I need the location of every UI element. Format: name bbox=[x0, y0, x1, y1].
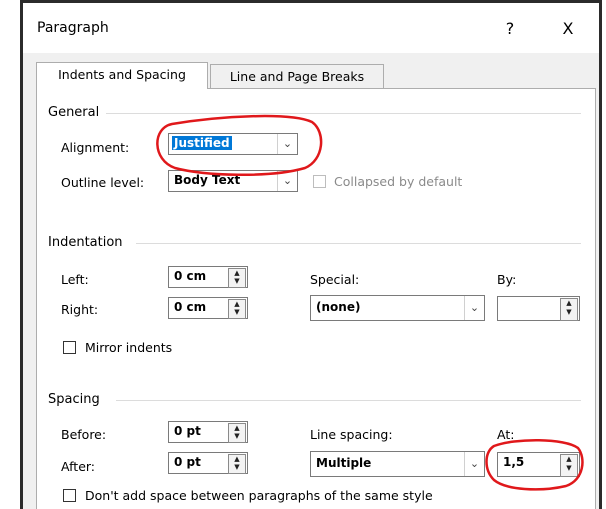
before-spinner[interactable]: 0 pt ▲ ▼ bbox=[168, 421, 248, 443]
left-indent-spinner[interactable]: 0 cm ▲ ▼ bbox=[168, 266, 248, 288]
at-label: At: bbox=[497, 427, 515, 442]
help-button[interactable]: ? bbox=[490, 12, 530, 46]
chevron-down-icon: ⌄ bbox=[464, 452, 484, 476]
before-value: 0 pt bbox=[174, 424, 201, 438]
general-section-label: General bbox=[48, 105, 100, 120]
right-indent-label: Right: bbox=[61, 302, 99, 317]
tab-indents-and-spacing[interactable]: Indents and Spacing bbox=[36, 62, 208, 89]
mirror-indents-label: Mirror indents bbox=[85, 340, 173, 355]
spacing-divider bbox=[116, 400, 581, 401]
alignment-label: Alignment: bbox=[61, 140, 130, 155]
left-indent-value: 0 cm bbox=[174, 269, 207, 283]
alignment-value: Justified bbox=[172, 136, 232, 150]
collapsed-checkbox[interactable] bbox=[313, 175, 326, 188]
dont-add-space-label: Don't add space between paragraphs of th… bbox=[85, 488, 433, 503]
spacing-section-label: Spacing bbox=[48, 392, 100, 407]
spin-up-down-icon[interactable]: ▲ ▼ bbox=[228, 299, 246, 319]
general-divider bbox=[106, 113, 581, 114]
tab-line-and-page-breaks-label: Line and Page Breaks bbox=[229, 69, 365, 84]
after-spinner[interactable]: 0 pt ▲ ▼ bbox=[168, 452, 248, 474]
tab-line-and-page-breaks[interactable]: Line and Page Breaks bbox=[210, 64, 384, 88]
alignment-dropdown[interactable]: Justified ⌄ bbox=[168, 133, 298, 155]
chevron-down-icon: ⌄ bbox=[277, 171, 297, 191]
spin-up-down-icon[interactable]: ▲ ▼ bbox=[228, 268, 246, 288]
outline-level-value: Body Text bbox=[174, 173, 241, 187]
special-dropdown[interactable]: (none) ⌄ bbox=[310, 295, 485, 321]
spin-up-down-icon[interactable]: ▲ ▼ bbox=[228, 454, 246, 474]
by-label: By: bbox=[497, 272, 517, 287]
spin-up-down-icon[interactable]: ▲ ▼ bbox=[560, 298, 578, 321]
special-label: Special: bbox=[310, 272, 360, 287]
dont-add-space-checkbox[interactable] bbox=[63, 489, 76, 502]
chevron-down-icon: ⌄ bbox=[464, 296, 484, 320]
indentation-section-label: Indentation bbox=[48, 235, 123, 250]
indentation-divider bbox=[136, 243, 581, 244]
outline-level-label: Outline level: bbox=[61, 175, 145, 190]
spin-up-down-icon[interactable]: ▲ ▼ bbox=[228, 423, 246, 443]
outline-level-dropdown[interactable]: Body Text ⌄ bbox=[168, 170, 298, 192]
mirror-indents-checkbox[interactable] bbox=[63, 341, 76, 354]
collapsed-label: Collapsed by default bbox=[334, 174, 463, 189]
special-value: (none) bbox=[316, 300, 361, 314]
dialog-title: Paragraph bbox=[37, 20, 109, 36]
after-value: 0 pt bbox=[174, 455, 201, 469]
right-indent-value: 0 cm bbox=[174, 300, 207, 314]
spin-up-down-icon[interactable]: ▲ ▼ bbox=[560, 454, 578, 477]
left-indent-label: Left: bbox=[61, 272, 89, 287]
right-indent-spinner[interactable]: 0 cm ▲ ▼ bbox=[168, 297, 248, 319]
at-spinner[interactable]: 1,5 ▲ ▼ bbox=[497, 452, 580, 477]
close-button[interactable]: X bbox=[548, 12, 588, 46]
at-value: 1,5 bbox=[503, 455, 525, 469]
line-spacing-value: Multiple bbox=[316, 456, 372, 470]
before-label: Before: bbox=[61, 427, 107, 442]
tab-indents-and-spacing-label: Indents and Spacing bbox=[58, 67, 186, 82]
line-spacing-dropdown[interactable]: Multiple ⌄ bbox=[310, 451, 485, 477]
chevron-down-icon: ⌄ bbox=[277, 134, 297, 154]
by-spinner[interactable]: ▲ ▼ bbox=[497, 296, 580, 321]
line-spacing-label: Line spacing: bbox=[310, 427, 393, 442]
after-label: After: bbox=[61, 459, 96, 474]
